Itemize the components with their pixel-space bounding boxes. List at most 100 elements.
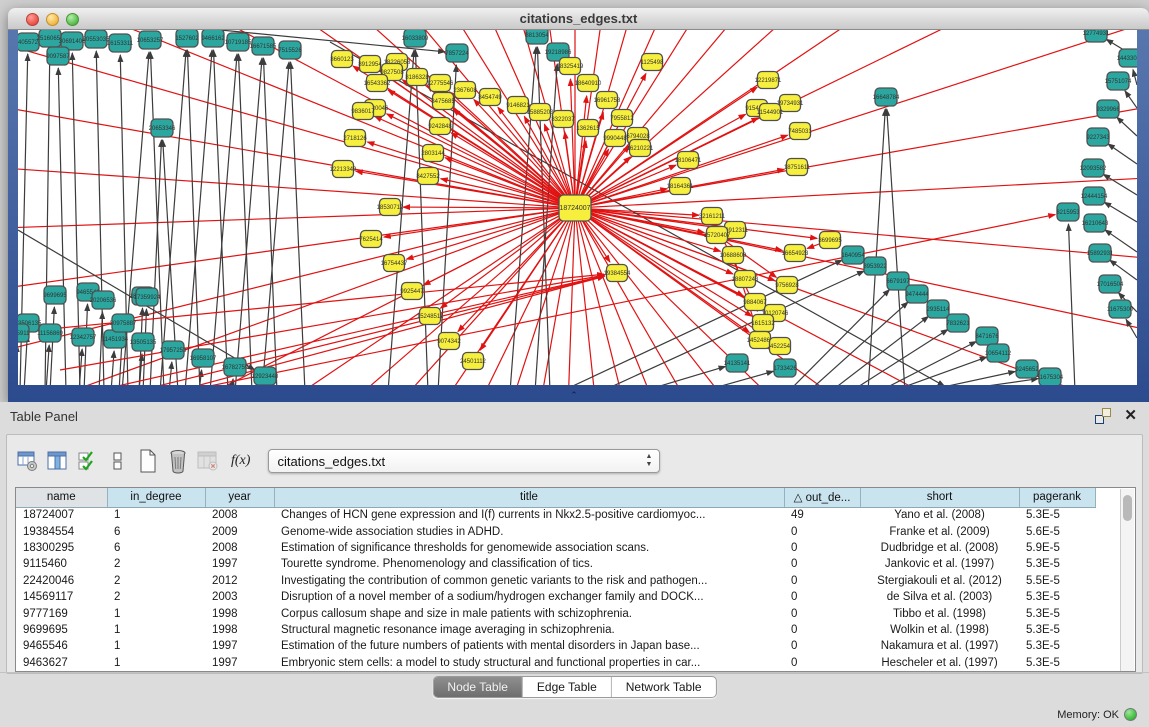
graph-edge[interactable] [96,51,104,385]
table-row[interactable]: 977716911998Corpus callosum shape and si… [16,605,1095,621]
graph-node-label: 9756928 [775,283,799,289]
graph-node-label: 8322037 [551,117,575,123]
graph-edge[interactable] [111,351,114,385]
table-cell: 5.9E-5 [1019,540,1095,556]
tab-network-table[interactable]: Network Table [611,677,716,697]
graph-node-label: 18724007 [559,205,590,212]
graph-edge[interactable] [1108,144,1137,164]
graph-node-label: 8699695 [818,238,842,244]
graph-edge[interactable] [575,140,1137,208]
graph-edge[interactable] [99,312,102,385]
network-window-titlebar[interactable]: citations_edges.txt [8,8,1149,30]
table-row[interactable]: 2242004622012Investigating the contribut… [16,573,1095,589]
network-canvas[interactable]: 2405572425160650306914062055303516153311… [18,30,1137,385]
graph-edge[interactable] [1103,174,1137,195]
graph-edge[interactable] [440,208,575,308]
graph-edge[interactable] [46,345,49,385]
dropdown-stepper-icon: ▲▼ [646,453,653,469]
delete-entries-icon[interactable] [165,448,191,474]
graph-node-label: 18106471 [675,158,702,164]
memory-status-indicator[interactable] [1124,708,1137,721]
graph-node-label: 11451934 [102,337,129,343]
graph-edge[interactable] [1133,70,1137,85]
table-cell: 6 [107,523,205,539]
table-cell: Corpus callosum shape and size in male p… [274,605,784,621]
table-cell: 5.6E-5 [1019,523,1095,539]
column-header-short[interactable]: short [860,488,1019,507]
column-header-title[interactable]: title [274,488,784,507]
table-options-icon[interactable] [15,448,41,474]
new-table-icon[interactable] [135,448,161,474]
column-header-name[interactable]: name [16,488,107,507]
table-cell: 2003 [205,589,274,605]
graph-edge[interactable] [575,208,1137,385]
graph-edge[interactable] [1126,319,1137,338]
graph-edge[interactable] [575,208,1137,385]
compact-columns-icon[interactable] [105,448,131,474]
close-panel-icon[interactable]: ✕ [1124,406,1137,424]
graph-edge[interactable] [640,366,726,385]
table-cell: 9463627 [16,655,107,671]
graph-edge[interactable] [575,208,1137,385]
table-row[interactable]: 1830029562008Estimation of significance … [16,540,1095,556]
graph-edge[interactable] [575,208,1137,385]
graph-edge[interactable] [1125,91,1137,108]
table-row[interactable]: 969969511998Structural magnetic resonanc… [16,622,1095,638]
table-vertical-scrollbar[interactable] [1120,489,1134,672]
delete-table-icon[interactable] [195,448,221,474]
table-source-value: citations_edges.txt [277,454,385,469]
graph-edge[interactable] [1117,117,1137,136]
graph-edge[interactable] [263,58,277,385]
graph-edge[interactable] [291,62,305,385]
graph-edge[interactable] [575,208,1137,385]
table-cell: 0 [784,556,860,572]
show-columns-icon[interactable] [45,448,71,474]
tab-edge-table[interactable]: Edge Table [522,677,611,697]
scrollbar-thumb[interactable] [1123,495,1132,521]
table-row[interactable]: 1938455462009Genome-wide association stu… [16,523,1095,539]
graph-edge[interactable] [575,208,1137,385]
graph-edge[interactable] [214,50,228,385]
graph-edge[interactable] [387,114,575,208]
panel-resize-grip[interactable]: ⌃ [566,391,582,400]
table-row[interactable]: 1872400712008Changes of HCN gene express… [16,507,1095,523]
table-row[interactable]: 911546021997Tourette syndrome. Phenomeno… [16,556,1095,572]
column-header-out_de[interactable]: △ out_de... [784,488,860,507]
graph-edge[interactable] [160,50,186,385]
table-row[interactable]: 946362711997Embryonic stem cells: a mode… [16,655,1095,671]
graph-edge[interactable] [575,208,1137,385]
column-header-pagerank[interactable]: pagerank [1019,488,1095,507]
table-cell: 2008 [205,540,274,556]
column-header-year[interactable]: year [205,488,274,507]
table-row[interactable]: 946554611997Estimation of the future num… [16,638,1095,654]
float-panel-icon[interactable] [1095,408,1111,424]
graph-node-label: 20653346 [149,126,176,132]
graph-edge[interactable] [1068,224,1075,385]
graph-node-label: 16543362 [364,81,391,87]
table-cell: 1 [107,655,205,671]
graph-edge[interactable] [46,30,575,208]
graph-node-label: 16648784 [873,95,900,101]
table-source-dropdown[interactable]: citations_edges.txt ▲▼ [268,449,660,473]
graph-edge[interactable] [50,307,54,385]
table-cell: Jankovic et al. (1997) [860,556,1019,572]
graph-node-label: 12213349 [330,167,357,173]
graph-edge[interactable] [403,207,575,208]
graph-node-label: 16153311 [107,41,134,47]
graph-edge[interactable] [100,276,604,385]
graph-node-label: 12444154 [1081,194,1108,200]
select-rows-icon[interactable] [75,448,101,474]
graph-edge[interactable] [560,260,842,385]
graph-edge[interactable] [1104,202,1137,222]
function-builder-icon[interactable]: f(x) [231,453,250,469]
tab-node-table[interactable]: Node Table [433,677,522,697]
graph-edge[interactable] [868,109,885,385]
column-header-in_degree[interactable]: in_degree [107,488,205,507]
table-cell: 9115460 [16,556,107,572]
table-cell: 18724007 [16,507,107,523]
table-header-row: namein_degreeyeartitle△ out_de...shortpa… [16,488,1095,507]
graph-edge[interactable] [388,50,414,385]
graph-edge[interactable] [920,372,1015,385]
table-row[interactable]: 1456911722003Disruption of a novel membe… [16,589,1095,605]
table-cell: 0 [784,638,860,654]
